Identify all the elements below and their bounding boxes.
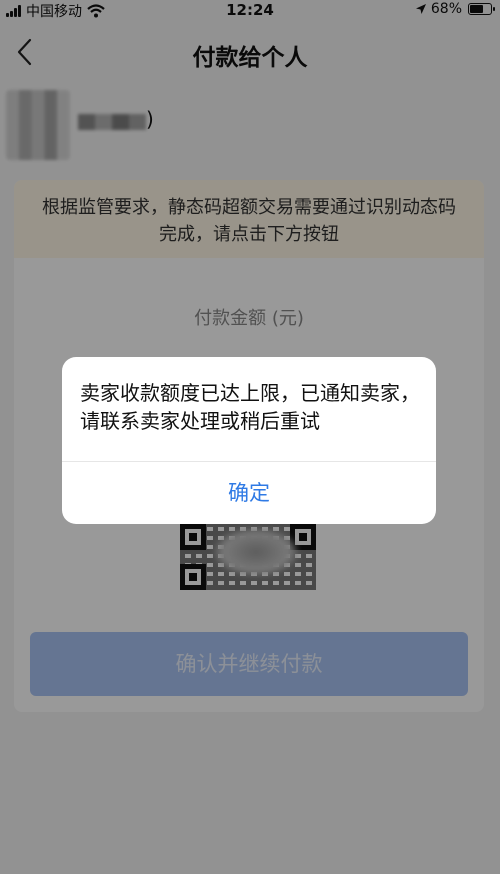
alert-ok-button[interactable]: 确定 — [62, 462, 436, 524]
alert-dialog: 卖家收款额度已达上限，已通知卖家，请联系卖家处理或稍后重试 确定 — [62, 357, 436, 524]
alert-message: 卖家收款额度已达上限，已通知卖家，请联系卖家处理或稍后重试 — [80, 381, 420, 433]
